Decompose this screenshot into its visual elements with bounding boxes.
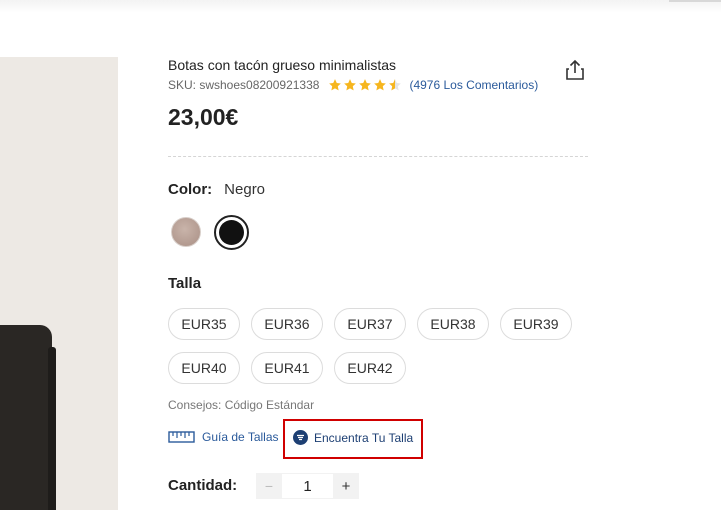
half-star-icon [389,79,402,91]
quantity-decrease-button[interactable]: − [256,473,282,499]
reviews-link[interactable]: (4976 Los Comentarios) [409,78,538,92]
size-option-eur42[interactable]: EUR42 [334,352,406,384]
quantity-input[interactable]: 1 [282,473,333,499]
color-row: Color: Negro [168,181,265,198]
size-tips: Consejos: Código Estándar [168,398,315,412]
star-icon [374,79,387,91]
color-swatch-negro-selected[interactable] [214,215,249,250]
boot-image-edge [48,347,56,510]
find-your-size-link[interactable]: Encuentra Tu Talla [293,430,413,445]
quantity-label: Cantidad: [168,477,238,494]
top-bar-edge [669,0,721,2]
product-title: Botas con tacón grueso minimalistas [168,57,396,73]
boot-image-shape [0,325,52,510]
color-swatch-negro-fill [219,220,244,245]
product-image[interactable] [0,57,118,510]
color-label: Color: [168,181,213,198]
sku-rating-row: SKU: swshoes08200921338 (4976 Los Coment… [168,77,538,93]
share-icon [566,59,584,80]
size-option-eur38[interactable]: EUR38 [417,308,489,340]
star-icon [329,79,342,91]
size-option-eur35[interactable]: EUR35 [168,308,240,340]
product-price: 23,00€ [168,104,239,130]
size-label: Talla [168,275,202,292]
find-your-size-label: Encuentra Tu Talla [314,430,414,445]
selected-color: Negro [224,181,266,198]
rating-stars [328,78,402,92]
star-icon [359,79,372,91]
top-bar [0,0,721,13]
color-swatch-beige[interactable] [171,217,201,247]
star-icon [344,79,357,91]
size-option-eur36[interactable]: EUR36 [251,308,323,340]
size-guide-label: Guía de Tallas [202,430,279,444]
section-divider [168,156,588,157]
product-sku: SKU: swshoes08200921338 [168,78,320,92]
size-guide-link[interactable]: Guía de Tallas [168,430,279,444]
size-option-eur39[interactable]: EUR39 [500,308,572,340]
fit-finder-icon [293,430,308,445]
share-button[interactable] [564,58,586,82]
size-option-eur37[interactable]: EUR37 [334,308,406,340]
quantity-increase-button[interactable]: + [333,473,359,499]
ruler-icon [168,431,195,443]
size-option-eur41[interactable]: EUR41 [251,352,323,384]
size-option-eur40[interactable]: EUR40 [168,352,240,384]
